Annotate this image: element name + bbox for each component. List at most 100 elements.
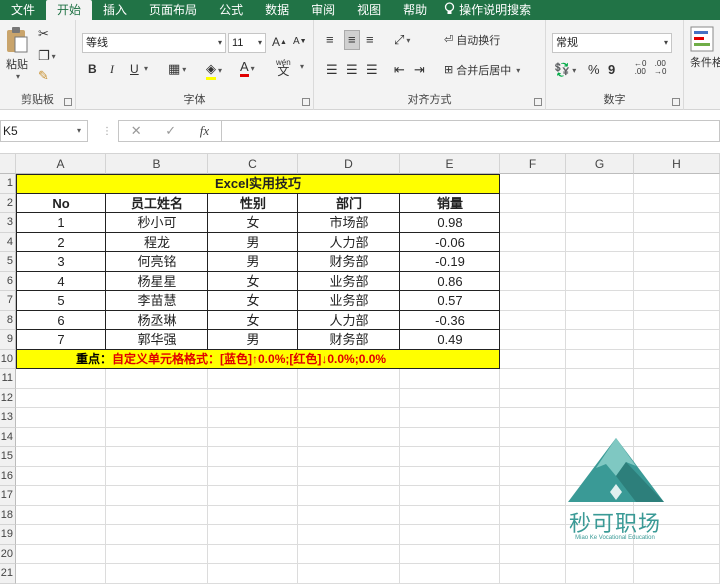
orientation-button[interactable]: ⤢ ▾: [394, 32, 410, 48]
table-cell[interactable]: 女: [208, 272, 298, 292]
table-cell[interactable]: 2: [16, 233, 106, 253]
row-header-4[interactable]: 4: [0, 232, 16, 252]
decrease-indent-button[interactable]: ⇤: [394, 62, 405, 78]
table-cell[interactable]: 5: [16, 291, 106, 311]
align-middle-button[interactable]: ≡: [344, 30, 360, 50]
table-cell[interactable]: 0.98: [400, 213, 500, 233]
number-format-select[interactable]: 常规 ▾: [552, 33, 672, 53]
table-cell[interactable]: 男: [208, 252, 298, 272]
column-header-b[interactable]: B: [106, 154, 208, 174]
table-cell[interactable]: 1: [16, 213, 106, 233]
tab-view[interactable]: 视图: [346, 0, 392, 20]
column-header-extra[interactable]: [700, 154, 720, 174]
row-header-20[interactable]: 20: [0, 544, 16, 564]
column-header-a[interactable]: A: [16, 154, 106, 174]
table-cell[interactable]: 杨丞琳: [106, 311, 208, 331]
row-header-13[interactable]: 13: [0, 408, 16, 428]
formula-input[interactable]: [222, 120, 720, 142]
fill-color-button[interactable]: ◈ ▾: [206, 61, 222, 80]
table-header-cell[interactable]: 销量: [400, 194, 500, 214]
cancel-icon[interactable]: ✕: [131, 123, 142, 139]
table-cell[interactable]: 程龙: [106, 233, 208, 253]
accounting-format-button[interactable]: 💱 ▾: [554, 62, 576, 78]
format-painter-button[interactable]: ✎: [38, 68, 49, 84]
lightbulb-icon[interactable]: [444, 1, 455, 19]
align-left-button[interactable]: ☰: [326, 62, 338, 78]
dialog-launcher-icon[interactable]: [672, 98, 680, 106]
insert-function-icon[interactable]: fx: [200, 123, 209, 139]
table-cell[interactable]: 7: [16, 330, 106, 350]
font-size-select[interactable]: 11 ▾: [228, 33, 266, 53]
column-header-f[interactable]: F: [500, 154, 566, 174]
table-cell[interactable]: 业务部: [298, 272, 400, 292]
borders-button[interactable]: ▦ ▾: [168, 61, 186, 77]
row-header-11[interactable]: 11: [0, 369, 16, 389]
decrease-decimal-button[interactable]: .00 →0: [654, 60, 666, 76]
align-center-button[interactable]: ☰: [346, 62, 358, 78]
row-header-12[interactable]: 12: [0, 388, 16, 408]
phonetic-dropdown[interactable]: ▾: [298, 62, 304, 71]
tab-page-layout[interactable]: 页面布局: [138, 0, 208, 20]
table-cell[interactable]: 财务部: [298, 330, 400, 350]
tell-me-search[interactable]: 操作说明搜索: [459, 0, 542, 20]
grow-font-button[interactable]: A ▲: [272, 35, 287, 49]
row-header-3[interactable]: 3: [0, 213, 16, 233]
tab-file[interactable]: 文件: [0, 0, 46, 20]
row-header-17[interactable]: 17: [0, 486, 16, 506]
table-header-cell[interactable]: No: [16, 194, 106, 214]
table-cell[interactable]: 0.49: [400, 330, 500, 350]
name-box[interactable]: K5 ▾: [0, 120, 88, 142]
tab-home[interactable]: 开始: [46, 0, 93, 20]
table-cell[interactable]: 男: [208, 330, 298, 350]
font-color-button[interactable]: A ▾: [240, 60, 255, 77]
copy-button[interactable]: ❐ ▾: [38, 48, 56, 64]
table-cell[interactable]: 郭华强: [106, 330, 208, 350]
phonetic-button[interactable]: wén 文: [276, 58, 291, 77]
tab-help[interactable]: 帮助: [392, 0, 438, 20]
row-header-15[interactable]: 15: [0, 447, 16, 467]
align-bottom-button[interactable]: ≡: [366, 32, 374, 48]
table-cell[interactable]: 男: [208, 233, 298, 253]
tab-insert[interactable]: 插入: [92, 0, 138, 20]
table-cell[interactable]: 财务部: [298, 252, 400, 272]
table-cell[interactable]: 3: [16, 252, 106, 272]
resize-handle-icon[interactable]: ⋮: [102, 126, 112, 137]
align-right-button[interactable]: ☰: [366, 62, 378, 78]
tab-review[interactable]: 审阅: [300, 0, 346, 20]
select-all-corner[interactable]: [0, 154, 16, 174]
table-cell[interactable]: 杨星星: [106, 272, 208, 292]
font-name-select[interactable]: 等线 ▾: [82, 33, 226, 53]
increase-decimal-button[interactable]: ←0.00: [634, 60, 646, 76]
table-cell[interactable]: 李苗慧: [106, 291, 208, 311]
row-header-2[interactable]: 2: [0, 193, 16, 213]
wrap-text-button[interactable]: ⏎ 自动换行: [444, 32, 500, 48]
dialog-launcher-icon[interactable]: [302, 98, 310, 106]
column-header-c[interactable]: C: [208, 154, 298, 174]
bold-button[interactable]: B: [88, 62, 97, 76]
table-header-cell[interactable]: 性别: [208, 194, 298, 214]
row-header-21[interactable]: 21: [0, 564, 16, 584]
row-header-14[interactable]: 14: [0, 427, 16, 447]
sheet-title[interactable]: Excel实用技巧: [16, 174, 500, 194]
row-header-1[interactable]: 1: [0, 174, 16, 194]
row-header-6[interactable]: 6: [0, 271, 16, 291]
table-header-cell[interactable]: 部门: [298, 194, 400, 214]
comma-style-button[interactable]: 9: [608, 62, 615, 77]
column-header-e[interactable]: E: [400, 154, 500, 174]
table-cell[interactable]: 何亮铭: [106, 252, 208, 272]
shrink-font-button[interactable]: A ▼: [293, 36, 307, 47]
table-cell[interactable]: 0.86: [400, 272, 500, 292]
dialog-launcher-icon[interactable]: [534, 98, 542, 106]
table-cell[interactable]: -0.19: [400, 252, 500, 272]
table-cell[interactable]: 市场部: [298, 213, 400, 233]
table-cell[interactable]: 4: [16, 272, 106, 292]
underline-dropdown[interactable]: ▾: [142, 64, 148, 73]
row-header-7[interactable]: 7: [0, 291, 16, 311]
table-cell[interactable]: 人力部: [298, 233, 400, 253]
column-header-d[interactable]: D: [298, 154, 400, 174]
table-header-cell[interactable]: 员工姓名: [106, 194, 208, 214]
format-note[interactable]: 重点：自定义单元格格式：[蓝色]↑0.0%;[红色]↓0.0%;0.0%: [76, 350, 386, 370]
dialog-launcher-icon[interactable]: [64, 98, 72, 106]
table-cell[interactable]: 人力部: [298, 311, 400, 331]
row-header-10[interactable]: 10: [0, 349, 16, 369]
